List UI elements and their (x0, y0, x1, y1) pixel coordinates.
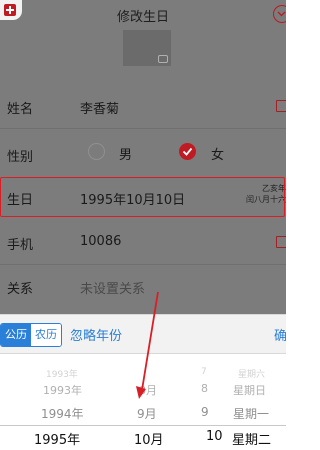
picker-selection-line (0, 425, 286, 426)
picker-day-selected: 10 (206, 429, 223, 444)
phone-value: 10086 (80, 234, 122, 249)
relation-label: 关系 (7, 282, 34, 297)
picker-month-item: 8月 (139, 384, 157, 397)
top-bar: 修改生日 (0, 0, 286, 30)
gender-row: 性别 男 女 (0, 134, 286, 174)
picker-day-item: 7 (201, 367, 207, 377)
relation-row[interactable]: 关系 未设置关系 (0, 266, 286, 306)
address-book-icon[interactable] (276, 100, 286, 112)
phone-row[interactable]: 手机 10086 (0, 222, 286, 262)
radio-checked-icon (179, 143, 196, 160)
date-picker[interactable]: 1993年 1993年 1994年 1995年 8月 9月 10月 7 8 9 … (0, 354, 286, 450)
radio-unchecked-icon (88, 143, 105, 160)
confirm-button[interactable]: 确 (274, 325, 286, 344)
picker-day-item: 9 (201, 405, 209, 419)
picker-month-item: 9月 (137, 407, 157, 421)
phone-label: 手机 (7, 238, 34, 253)
tab-lunar-calendar[interactable]: 农历 (31, 324, 61, 346)
picker-weekday-item: 星期六 (238, 370, 266, 380)
picker-day-item: 8 (201, 382, 208, 395)
name-row[interactable]: 姓名 李香菊 (0, 86, 286, 126)
check-icon (277, 11, 286, 17)
picker-weekday-item: 星期日 (233, 384, 266, 397)
confirm-check-button[interactable] (273, 5, 286, 23)
edit-birthday-screen: 修改生日 姓名 李香菊 性别 男 女 生日 1995年10月10日 乙亥年 闰八… (0, 0, 286, 450)
picker-year-item: 1993年 (43, 384, 82, 397)
picker-month-selected: 10月 (134, 433, 164, 448)
gender-label: 性别 (7, 150, 34, 165)
picker-weekday-selected: 星期二 (232, 433, 272, 448)
gender-male-label: 男 (119, 148, 133, 163)
ignore-year-button[interactable]: 忽略年份 (70, 325, 122, 344)
name-value: 李香菊 (80, 102, 120, 117)
divider (0, 128, 286, 129)
name-label: 姓名 (7, 102, 34, 117)
avatar[interactable] (123, 30, 171, 66)
divider (0, 264, 286, 265)
camera-icon (158, 55, 168, 63)
contacts-icon[interactable] (276, 236, 286, 248)
picker-weekday-item: 星期一 (233, 407, 270, 421)
birthday-highlight-annotation (0, 177, 285, 217)
relation-value: 未设置关系 (80, 282, 146, 297)
picker-year-selected: 1995年 (34, 433, 81, 448)
picker-year-item: 1993年 (46, 370, 78, 380)
calendar-type-toggle: 公历 农历 (0, 323, 62, 347)
gender-female-label: 女 (211, 148, 225, 163)
page-title: 修改生日 (116, 10, 169, 25)
tab-solar-calendar[interactable]: 公历 (1, 324, 31, 346)
picker-toolbar: 公历 农历 忽略年份 确 (0, 314, 286, 354)
picker-year-item: 1994年 (41, 407, 84, 421)
